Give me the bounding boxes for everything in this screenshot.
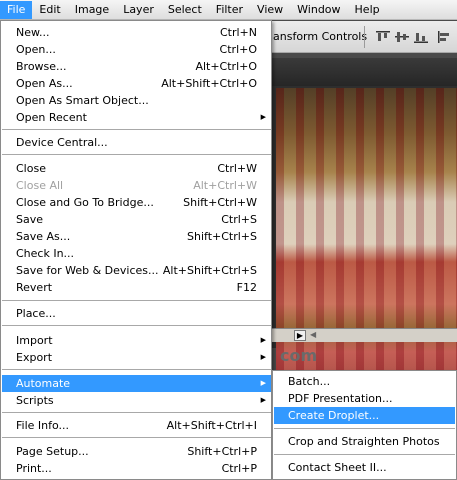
menu-item-print[interactable]: Print... Ctrl+P [2,460,271,477]
submenu-arrow-icon: ▶ [260,353,266,361]
menu-window[interactable]: Window [290,1,347,19]
menu-divider [274,454,455,455]
menu-item-open-smart-object[interactable]: Open As Smart Object... [2,92,271,109]
menu-item-check-in[interactable]: Check In... [2,245,271,262]
menu-item-import[interactable]: Import ▶ [2,332,271,349]
submenu-arrow-icon: ▶ [260,396,266,404]
align-bottom-edges-icon[interactable] [413,30,429,44]
menu-view[interactable]: View [250,1,290,19]
menu-item-place[interactable]: Place... [2,305,271,322]
menu-item-save-as[interactable]: Save As... Shift+Ctrl+S [2,228,271,245]
align-left-edges-icon[interactable] [436,30,452,44]
menu-edit[interactable]: Edit [32,1,67,19]
menu-item-export[interactable]: Export ▶ [2,349,271,366]
file-menu: New... Ctrl+N Open... Ctrl+O Browse... Alt+… [0,20,272,480]
menu-image[interactable]: Image [68,1,116,19]
menu-divider [2,300,271,301]
options-separator [364,26,365,48]
menu-item-open[interactable]: Open... Ctrl+O [2,41,271,58]
submenu-arrow-icon: ▶ [260,113,266,121]
align-top-edges-icon[interactable] [375,30,391,44]
menu-item-page-setup[interactable]: Page Setup... Shift+Ctrl+P [2,443,271,460]
menu-item-browse[interactable]: Browse... Alt+Ctrl+O [2,58,271,75]
menu-divider [2,325,271,326]
menu-item-save[interactable]: Save Ctrl+S [2,211,271,228]
show-transform-controls-label[interactable]: ansform Controls [273,30,367,43]
menu-divider [2,154,271,155]
menu-filter[interactable]: Filter [209,1,250,19]
menu-item-save-for-web[interactable]: Save for Web & Devices... Alt+Shift+Ctrl+… [2,262,271,279]
menu-divider [2,129,271,130]
submenu-item-contact-sheet[interactable]: Contact Sheet II... [274,459,455,476]
menu-select[interactable]: Select [161,1,209,19]
menu-item-device-central[interactable]: Device Central... [2,134,271,151]
submenu-arrow-icon: ▶ [260,379,266,387]
menu-item-revert[interactable]: Revert F12 [2,279,271,296]
menu-help[interactable]: Help [348,1,387,19]
automate-submenu: Batch... PDF Presentation... Create Drop… [272,370,457,480]
submenu-arrow-icon: ▶ [260,336,266,344]
menu-divider [2,412,271,413]
menu-file[interactable]: File [0,0,33,19]
menu-divider [2,437,271,438]
watermark-text: com [280,346,318,365]
scroll-right-arrow-icon[interactable]: ▶ [294,330,306,341]
menu-item-open-as[interactable]: Open As... Alt+Shift+Ctrl+O [2,75,271,92]
document-window [272,58,457,388]
menu-divider [274,428,455,429]
menu-divider [2,369,271,370]
document-title-bar [272,58,457,86]
menu-item-close-all: Close All Alt+Ctrl+W [16,179,257,192]
menu-item-open-recent[interactable]: Open Recent ▶ [2,109,271,126]
menu-layer[interactable]: Layer [116,1,161,19]
menu-item-close-and-go-to-bridge[interactable]: Close and Go To Bridge... Shift+Ctrl+W [2,194,271,211]
submenu-item-create-droplet[interactable]: Create Droplet... [274,407,455,424]
align-vertical-centers-icon[interactable] [394,30,410,44]
document-image [276,88,457,388]
menu-item-new[interactable]: New... Ctrl+N [2,24,271,41]
horizontal-scrollbar[interactable]: ▶ ◀ [272,328,457,342]
menu-item-scripts[interactable]: Scripts ▶ [2,392,271,409]
submenu-item-crop-and-straighten[interactable]: Crop and Straighten Photos [274,433,455,450]
menu-item-automate[interactable]: Automate ▶ [2,375,271,392]
menu-item-file-info[interactable]: File Info... Alt+Shift+Ctrl+I [2,417,271,434]
menu-item-close[interactable]: Close Ctrl+W [2,160,271,177]
scroll-left-arrow-icon[interactable]: ◀ [310,330,316,339]
submenu-item-batch[interactable]: Batch... [274,373,455,390]
submenu-item-pdf-presentation[interactable]: PDF Presentation... [274,390,455,407]
menu-bar: File Edit Image Layer Select Filter View… [0,0,457,20]
